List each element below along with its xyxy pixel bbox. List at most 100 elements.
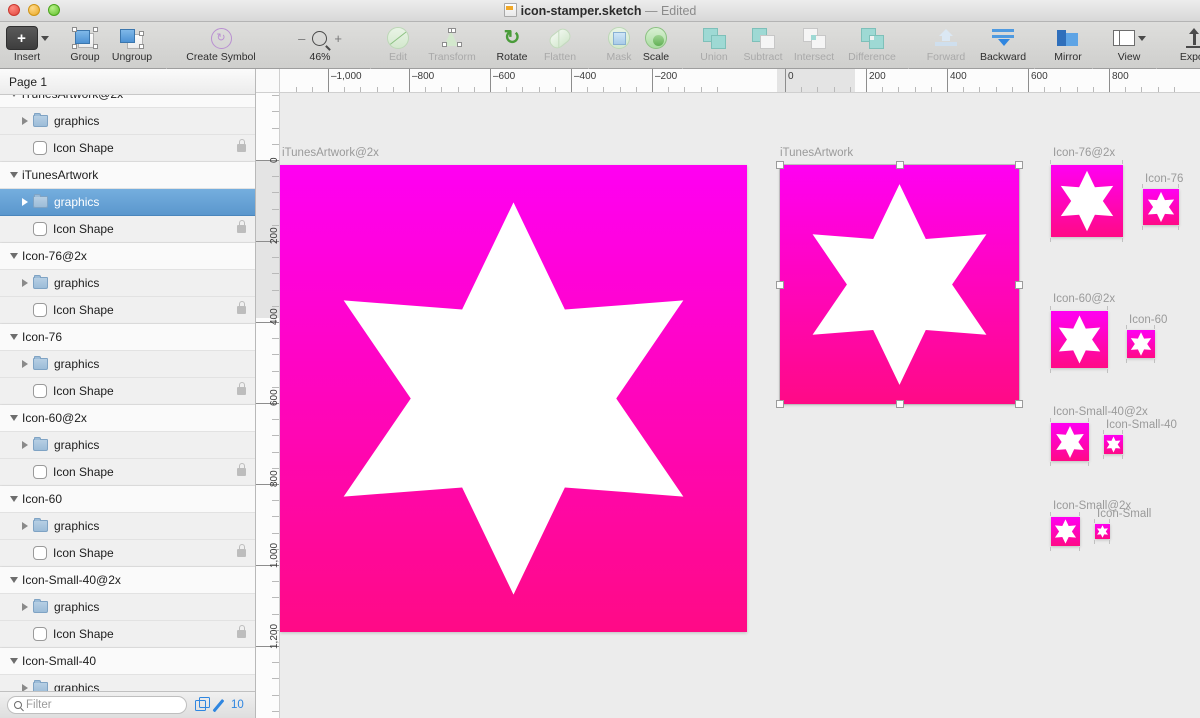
disclosure-triangle-open-icon[interactable] (6, 95, 22, 97)
layer-row-artboard[interactable]: Icon-60@2x (0, 405, 255, 432)
artboard-label[interactable]: iTunesArtwork@2x (282, 147, 379, 159)
arrow-down-bars-icon (992, 25, 1014, 51)
disclosure-triangle-open-icon[interactable] (6, 577, 22, 583)
toolbar-group-button[interactable]: Group (64, 25, 106, 67)
layer-row-group[interactable]: graphics (0, 270, 255, 297)
layer-row-shape[interactable]: Icon Shape (0, 621, 255, 648)
disclosure-triangle-closed-icon[interactable] (17, 279, 33, 287)
artboard-Icon-Small@2x[interactable] (1051, 517, 1080, 546)
lock-icon[interactable] (237, 144, 246, 152)
layer-row-group[interactable]: graphics (0, 189, 255, 216)
selection-resize-handle[interactable] (776, 281, 784, 289)
layer-row-artboard[interactable]: Icon-Small-40 (0, 648, 255, 675)
disclosure-triangle-closed-icon[interactable] (17, 117, 33, 125)
artboard-Icon-Small-40@2x[interactable] (1051, 423, 1089, 461)
disclosure-triangle-open-icon[interactable] (6, 496, 22, 502)
vertical-ruler[interactable]: 02004006008001,0001,200 (256, 93, 280, 718)
layer-row-shape[interactable]: Icon Shape (0, 216, 255, 243)
horizontal-ruler[interactable]: –1,000–800–600–400–2000200400600800 (280, 69, 1200, 93)
toolbar-view-label: View (1118, 51, 1141, 63)
page-selector[interactable]: Page 1 (0, 69, 255, 95)
artboard-Icon-60@2x[interactable] (1051, 311, 1108, 368)
selection-resize-handle[interactable] (1015, 161, 1023, 169)
lock-icon[interactable] (237, 468, 246, 476)
toolbar-ungroup-button[interactable]: Ungroup (111, 25, 153, 67)
window-title: icon-stamper.sketch — Edited (0, 0, 1200, 22)
layer-row-artboard[interactable]: iTunesArtwork@2x (0, 95, 255, 108)
filter-input[interactable]: Filter (7, 696, 187, 714)
layer-row-shape[interactable]: Icon Shape (0, 459, 255, 486)
lock-icon[interactable] (237, 306, 246, 314)
arrow-up-bar-icon (935, 25, 957, 51)
artboard-Icon-76[interactable] (1143, 189, 1179, 225)
selection-resize-handle[interactable] (1015, 281, 1023, 289)
toolbar-zoom-button[interactable]: –+46% (295, 25, 345, 67)
lock-icon[interactable] (237, 225, 246, 233)
toolbar-export-button[interactable]: Export (1173, 25, 1200, 67)
canvas[interactable]: iTunesArtwork@2x iTunesArtwork Icon-76@2x I… (280, 93, 1200, 718)
selection-resize-handle[interactable] (776, 400, 784, 408)
disclosure-triangle-open-icon[interactable] (6, 415, 22, 421)
artboard-corner-tick (1122, 160, 1123, 164)
pencil-icon[interactable] (212, 699, 225, 712)
ruler-minor-tick (272, 144, 280, 145)
selection-resize-handle[interactable] (1015, 400, 1023, 408)
artboard-label[interactable]: Icon-60@2x (1053, 293, 1115, 305)
layer-row-group[interactable]: graphics (0, 351, 255, 378)
ruler-major-tick (652, 69, 653, 93)
selection-resize-handle[interactable] (896, 400, 904, 408)
disclosure-triangle-closed-icon[interactable] (17, 603, 33, 611)
artboard-Icon-Small-40[interactable] (1104, 435, 1123, 454)
artboard-iTunesArtwork@2x[interactable] (280, 165, 747, 632)
disclosure-triangle-open-icon[interactable] (6, 253, 22, 259)
artboard-label[interactable]: Icon-Small-40 (1106, 419, 1177, 431)
layer-row-group[interactable]: graphics (0, 594, 255, 621)
toolbar-insert-button[interactable]: +Insert (6, 25, 48, 67)
layer-row-artboard[interactable]: Icon-76@2x (0, 243, 255, 270)
layer-row-artboard[interactable]: Icon-76 (0, 324, 255, 351)
artboard-corner-tick (1088, 418, 1089, 422)
disclosure-triangle-closed-icon[interactable] (17, 441, 33, 449)
lock-icon[interactable] (237, 387, 246, 395)
toolbar-scale-button[interactable]: Scale (637, 25, 675, 67)
star-shape (1051, 517, 1080, 546)
artboard-Icon-Small[interactable] (1095, 524, 1110, 539)
layer-row-artboard[interactable]: iTunesArtwork (0, 162, 255, 189)
selection-resize-handle[interactable] (776, 161, 784, 169)
layer-row-shape[interactable]: Icon Shape (0, 135, 255, 162)
artboard-Icon-76@2x[interactable] (1051, 165, 1123, 237)
lock-icon[interactable] (237, 549, 246, 557)
artboard-label[interactable]: iTunesArtwork (780, 147, 853, 159)
toolbar-backward-button[interactable]: Backward (977, 25, 1029, 67)
disclosure-triangle-closed-icon[interactable] (17, 522, 33, 530)
layer-row-group[interactable]: graphics (0, 432, 255, 459)
layer-row-shape[interactable]: Icon Shape (0, 540, 255, 567)
artboard-Icon-60[interactable] (1127, 330, 1155, 358)
layer-row-shape[interactable]: Icon Shape (0, 378, 255, 405)
artboard-label[interactable]: Icon-Small-40@2x (1053, 406, 1148, 418)
layer-row-group[interactable]: graphics (0, 108, 255, 135)
layer-row-artboard[interactable]: Icon-60 (0, 486, 255, 513)
toolbar-mirror-button[interactable]: Mirror (1048, 25, 1088, 67)
disclosure-triangle-closed-icon[interactable] (17, 360, 33, 368)
disclosure-triangle-closed-icon[interactable] (17, 684, 33, 691)
artboard-label[interactable]: Icon-76@2x (1053, 147, 1115, 159)
artboard-label[interactable]: Icon-Small (1097, 508, 1151, 520)
layer-list[interactable]: iTunesArtwork@2xgraphicsIcon ShapeiTunes… (0, 95, 255, 691)
layer-row-artboard[interactable]: Icon-Small-40@2x (0, 567, 255, 594)
disclosure-triangle-open-icon[interactable] (6, 658, 22, 664)
artboard-label[interactable]: Icon-60 (1129, 314, 1167, 326)
layer-row-group[interactable]: graphics (0, 675, 255, 691)
toolbar-view-button[interactable]: View (1109, 25, 1149, 67)
toolbar-difference-label: Difference (848, 51, 896, 63)
layer-row-shape[interactable]: Icon Shape (0, 297, 255, 324)
disclosure-triangle-open-icon[interactable] (6, 334, 22, 340)
disclosure-triangle-open-icon[interactable] (6, 172, 22, 178)
lock-icon[interactable] (237, 630, 246, 638)
selection-resize-handle[interactable] (896, 161, 904, 169)
toolbar-create-symbol-button[interactable]: ↻Create Symbol (177, 25, 265, 67)
toolbar-rotate-button[interactable]: ↻Rotate (490, 25, 534, 67)
disclosure-triangle-closed-icon[interactable] (17, 198, 33, 206)
layer-row-group[interactable]: graphics (0, 513, 255, 540)
duplicate-icon[interactable] (195, 700, 206, 711)
